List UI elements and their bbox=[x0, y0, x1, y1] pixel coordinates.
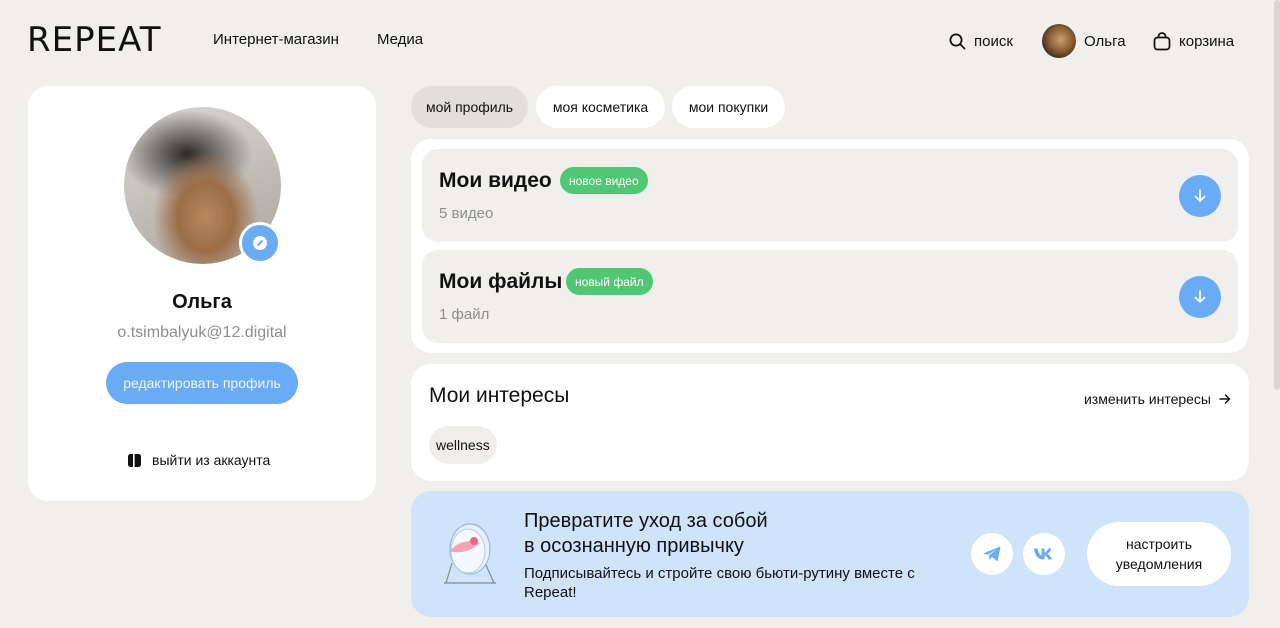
logout-label: выйти из аккаунта bbox=[152, 452, 271, 468]
telegram-icon bbox=[983, 546, 1001, 562]
tab-profile[interactable]: мой профиль bbox=[411, 86, 528, 128]
videos-title: Мои видео bbox=[439, 169, 552, 192]
notification-settings-button[interactable]: настроить уведомления bbox=[1087, 522, 1231, 586]
videos-row[interactable]: Мои видео новое видео 5 видео bbox=[422, 149, 1238, 242]
nav-shop[interactable]: Интернет-магазин bbox=[213, 31, 339, 48]
pencil-icon bbox=[253, 236, 267, 250]
logout-button[interactable]: выйти из аккаунта bbox=[127, 450, 270, 470]
page-scrollbar[interactable] bbox=[1274, 0, 1280, 390]
cart-button[interactable]: корзина bbox=[1153, 24, 1234, 58]
notifications-banner: Превратите уход за собой в осознанную пр… bbox=[411, 491, 1249, 617]
edit-profile-button[interactable]: редактировать профиль bbox=[106, 362, 298, 404]
change-interests-label: изменить интересы bbox=[1083, 391, 1211, 407]
search-label: поиск bbox=[974, 32, 1013, 50]
interest-tag[interactable]: wellness bbox=[429, 426, 497, 464]
avatar bbox=[1042, 24, 1076, 58]
videos-download-button[interactable] bbox=[1179, 175, 1221, 217]
banner-title-line2: в осознанную привычку bbox=[524, 535, 744, 557]
videos-count: 5 видео bbox=[439, 205, 494, 222]
tab-cosmetics[interactable]: моя косметика bbox=[536, 86, 665, 128]
interests-title: Мои интересы bbox=[429, 384, 570, 407]
files-row[interactable]: Мои файлы новый файл 1 файл bbox=[422, 250, 1238, 343]
notification-settings-label: настроить уведомления bbox=[1115, 536, 1203, 572]
arrow-right-icon bbox=[1219, 394, 1231, 404]
banner-title: Превратите уход за собой в осознанную пр… bbox=[524, 509, 768, 559]
files-title: Мои файлы bbox=[439, 270, 563, 293]
interests-panel: Мои интересы изменить интересы wellness bbox=[411, 364, 1249, 481]
edit-photo-button[interactable] bbox=[239, 222, 281, 264]
search-icon bbox=[949, 33, 966, 49]
arrow-down-icon bbox=[1194, 290, 1206, 303]
profile-card: Ольга o.tsimbalyuk@12.digital редактиров… bbox=[28, 86, 376, 501]
user-menu[interactable]: Ольга bbox=[1042, 24, 1126, 58]
logo[interactable]: REPEAT bbox=[27, 20, 161, 60]
banner-text: Подписывайтесь и стройте свою бьюти-рути… bbox=[524, 565, 915, 601]
cart-label: корзина bbox=[1179, 32, 1235, 50]
media-panel: Мои видео новое видео 5 видео Мои файлы … bbox=[411, 139, 1249, 353]
new-video-badge: новое видео bbox=[560, 167, 648, 194]
bag-icon bbox=[1153, 31, 1171, 50]
profile-email: o.tsimbalyuk@12.digital bbox=[117, 324, 287, 341]
vk-button[interactable] bbox=[1023, 533, 1065, 575]
arrow-down-icon bbox=[1194, 189, 1206, 202]
mirror-illustration bbox=[444, 523, 496, 584]
search-button[interactable]: поиск bbox=[949, 24, 1013, 58]
nav-media[interactable]: Медиа bbox=[377, 31, 423, 48]
profile-name: Ольга bbox=[172, 291, 232, 313]
files-download-button[interactable] bbox=[1179, 276, 1221, 318]
banner-title-line1: Превратите уход за собой bbox=[524, 510, 768, 532]
vk-icon bbox=[1034, 548, 1052, 560]
new-file-badge: новый файл bbox=[566, 268, 653, 295]
user-name: Ольга bbox=[1084, 32, 1126, 50]
files-count: 1 файл bbox=[439, 306, 490, 323]
telegram-button[interactable] bbox=[971, 533, 1013, 575]
site-header: REPEAT Интернет-магазин Медиа поиск Ольг… bbox=[0, 0, 1280, 82]
tab-purchases[interactable]: мои покупки bbox=[672, 86, 785, 128]
change-interests-link[interactable]: изменить интересы bbox=[1084, 391, 1231, 407]
logout-icon bbox=[128, 453, 141, 467]
